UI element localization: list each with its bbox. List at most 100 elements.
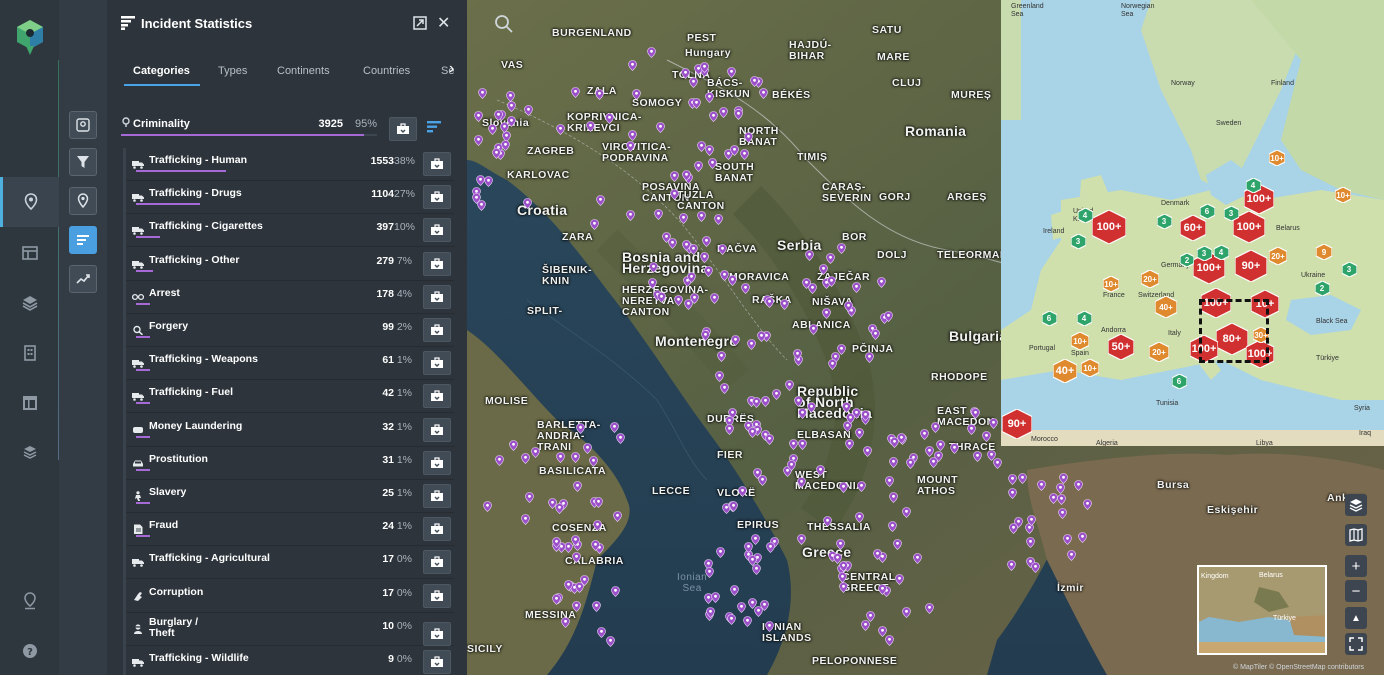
incident-pin[interactable]: [610, 584, 620, 597]
incident-pin[interactable]: [717, 349, 726, 363]
incident-pin[interactable]: [1066, 548, 1076, 562]
incident-pin[interactable]: [787, 458, 796, 472]
incident-pin[interactable]: [827, 274, 836, 287]
map-style-button[interactable]: [1345, 524, 1367, 546]
incident-pin[interactable]: [905, 456, 915, 469]
incident-pin[interactable]: [1009, 521, 1019, 534]
incident-pin[interactable]: [852, 280, 861, 293]
incident-pin[interactable]: [1063, 532, 1073, 546]
item-export-button[interactable]: [423, 484, 451, 508]
category-item[interactable]: Trafficking - Drugs 1104 27%: [126, 181, 454, 215]
app-logo[interactable]: [14, 18, 46, 56]
incident-pin[interactable]: [669, 169, 679, 183]
cluster-marker[interactable]: 10+: [1335, 187, 1351, 203]
incident-pin[interactable]: [897, 431, 906, 445]
incident-pin[interactable]: [484, 174, 493, 187]
incident-pin[interactable]: [752, 395, 761, 408]
incident-pin[interactable]: [697, 209, 706, 222]
incident-pin[interactable]: [719, 268, 729, 281]
incident-pin[interactable]: [653, 207, 663, 220]
incident-pin[interactable]: [591, 599, 601, 612]
incident-pin[interactable]: [877, 624, 887, 637]
minimap[interactable]: Kingdom Belarus Türkiye: [1197, 565, 1327, 655]
incident-pin[interactable]: [828, 357, 838, 370]
incident-pin[interactable]: [801, 276, 811, 289]
incident-pin[interactable]: [902, 605, 911, 618]
incident-pin[interactable]: [855, 426, 865, 439]
statistics-tool[interactable]: [69, 226, 97, 254]
incident-pin[interactable]: [477, 86, 487, 99]
incident-pin[interactable]: [877, 582, 887, 595]
incident-pin[interactable]: [674, 293, 683, 306]
incident-pin[interactable]: [555, 450, 565, 463]
incident-pin[interactable]: [552, 592, 562, 606]
incident-pin[interactable]: [706, 605, 716, 619]
incident-pin[interactable]: [822, 306, 831, 319]
incident-pin[interactable]: [764, 295, 774, 309]
incident-pin[interactable]: [647, 45, 656, 58]
incident-pin[interactable]: [551, 535, 561, 548]
compass-button[interactable]: ▲: [1345, 607, 1367, 629]
incident-pin[interactable]: [692, 96, 701, 109]
incident-pin[interactable]: [748, 553, 758, 566]
incident-pin[interactable]: [585, 119, 595, 132]
incident-pin[interactable]: [883, 309, 893, 323]
incident-pin[interactable]: [727, 612, 736, 625]
incident-pin[interactable]: [715, 369, 725, 382]
filter-tool[interactable]: [69, 148, 97, 176]
cluster-marker[interactable]: 10+: [1103, 276, 1119, 292]
cluster-marker[interactable]: 6: [1171, 373, 1187, 389]
incident-pin[interactable]: [741, 281, 750, 295]
cluster-marker[interactable]: 3: [1341, 261, 1357, 277]
category-item[interactable]: Trafficking - Cigarettes 397 10%: [126, 214, 454, 248]
incident-pin[interactable]: [1074, 478, 1084, 492]
incident-pin[interactable]: [871, 327, 881, 340]
incident-pin[interactable]: [1056, 492, 1066, 506]
incident-pin[interactable]: [966, 422, 976, 436]
incident-pin[interactable]: [724, 422, 734, 435]
incident-pin[interactable]: [888, 490, 898, 504]
incident-pin[interactable]: [753, 604, 763, 618]
rail-item-buildings[interactable]: [0, 328, 59, 378]
cluster-marker[interactable]: 4: [1213, 244, 1229, 260]
incident-pin[interactable]: [521, 451, 531, 465]
incident-pin[interactable]: [564, 578, 574, 591]
incident-pin[interactable]: [743, 130, 753, 143]
incident-pin[interactable]: [809, 322, 818, 336]
incident-pin[interactable]: [591, 538, 601, 551]
incident-pin[interactable]: [861, 408, 870, 421]
incident-pin[interactable]: [708, 156, 718, 169]
category-item[interactable]: Trafficking - Human 1553 38%: [126, 148, 454, 181]
incident-pin[interactable]: [894, 572, 904, 585]
incident-pin[interactable]: [649, 260, 659, 273]
incident-pin[interactable]: [588, 454, 598, 468]
incident-pin[interactable]: [837, 342, 847, 356]
cluster-marker[interactable]: 10+: [1071, 332, 1089, 350]
item-export-button[interactable]: [423, 185, 451, 210]
incident-pin[interactable]: [583, 441, 593, 454]
incident-pin[interactable]: [728, 273, 738, 287]
incident-pin[interactable]: [902, 505, 912, 518]
incident-pin[interactable]: [839, 480, 848, 494]
cluster-marker[interactable]: 50+: [1108, 334, 1134, 360]
incident-pin[interactable]: [597, 625, 606, 638]
incident-pin[interactable]: [474, 109, 483, 123]
rail-item-stack[interactable]: [0, 428, 59, 478]
incident-pin[interactable]: [570, 533, 580, 546]
incident-pin[interactable]: [842, 400, 851, 414]
item-export-button[interactable]: [423, 621, 451, 646]
incident-pin[interactable]: [689, 242, 699, 256]
incident-pin[interactable]: [524, 103, 534, 116]
incident-pin[interactable]: [877, 275, 886, 288]
incident-pin[interactable]: [1017, 471, 1027, 485]
category-item[interactable]: Arrest 178 4%: [126, 281, 454, 314]
incident-pin[interactable]: [575, 421, 585, 435]
incident-pin[interactable]: [935, 438, 945, 452]
incident-pin[interactable]: [701, 234, 711, 247]
cluster-marker[interactable]: 3: [1196, 245, 1212, 261]
incident-pin[interactable]: [823, 514, 832, 527]
cluster-marker[interactable]: 6: [1199, 203, 1215, 219]
incident-pin[interactable]: [590, 217, 599, 230]
incident-pin[interactable]: [705, 90, 715, 103]
layers-control-button[interactable]: [1345, 494, 1367, 516]
